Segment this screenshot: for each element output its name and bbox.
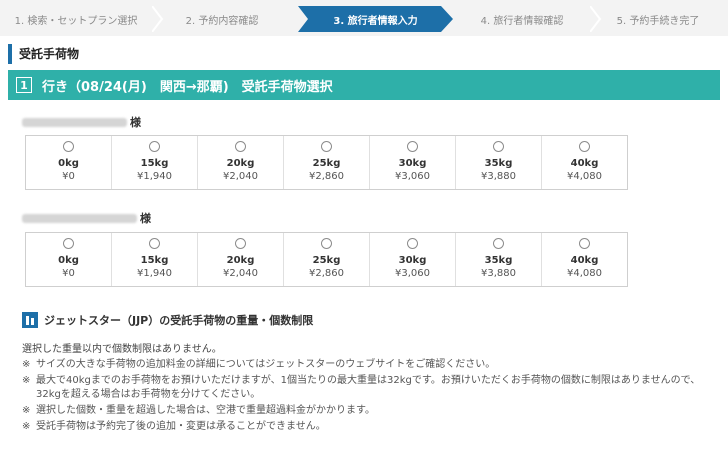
- step-complete: 5. 予約手続き完了: [590, 6, 726, 32]
- baggage-option[interactable]: 35kg ¥3,880: [456, 136, 542, 189]
- radio-button[interactable]: [579, 238, 590, 249]
- baggage-option[interactable]: 15kg ¥1,940: [112, 136, 198, 189]
- step-traveler-input: 3. 旅行者情報入力: [298, 6, 453, 32]
- radio-button[interactable]: [149, 141, 160, 152]
- baggage-option[interactable]: 40kg ¥4,080: [542, 233, 627, 286]
- baggage-options-passenger-2: 0kg ¥0 15kg ¥1,940 20kg ¥2,040 25kg ¥2,860 3…: [25, 232, 628, 287]
- radio-button[interactable]: [407, 141, 418, 152]
- baggage-notes-list: ※ サイズの大きな手荷物の追加料金の詳細についてはジェットスターのウェブサイトをご…: [22, 358, 722, 436]
- radio-button[interactable]: [579, 141, 590, 152]
- step-label: 3. 旅行者情報入力: [333, 15, 418, 27]
- radio-button[interactable]: [493, 238, 504, 249]
- progress-stepper: 1. 検索・セットプラン選択 2. 予約内容確認 3. 旅行者情報入力 4. 旅…: [0, 0, 728, 36]
- trip-header: 1 行き（08/24(月) 関西→那覇) 受託手荷物選択: [8, 70, 720, 100]
- note-item: ※ 最大で40kgまでのお手荷物をお預けいただけますが、1個当たりの最大重量は32…: [22, 375, 701, 400]
- baggage-options-passenger-1: 0kg ¥0 15kg ¥1,940 20kg ¥2,040 25kg ¥2,860 3…: [25, 135, 628, 190]
- redacted-name: [22, 213, 137, 223]
- step-label: 1. 検索・セットプラン選択: [14, 15, 138, 27]
- radio-button[interactable]: [321, 238, 332, 249]
- radio-button[interactable]: [407, 238, 418, 249]
- step-label: 4. 旅行者情報確認: [480, 15, 564, 27]
- note-item: ※ 受託手荷物は予約完了後の追加・変更は承ることができません。: [22, 421, 326, 432]
- section-title: 受託手荷物: [8, 44, 79, 64]
- note-item: ※ 選択した個数・重量を超過した場合は、空港で重量超過料金がかかります。: [22, 405, 375, 416]
- passenger-name: 様: [22, 114, 141, 130]
- baggage-option[interactable]: 0kg ¥0: [26, 233, 112, 286]
- baggage-option[interactable]: 20kg ¥2,040: [198, 233, 284, 286]
- baggage-limit-note: 選択した重量以内で個数制限はありません。: [22, 344, 222, 355]
- baggage-option[interactable]: 35kg ¥3,880: [456, 233, 542, 286]
- step-confirm: 2. 予約内容確認: [152, 6, 292, 32]
- airline-baggage-title: ジェットスター（JJP）の受託手荷物の重量・個数制限: [22, 312, 313, 328]
- step-traveler-confirm: 4. 旅行者情報確認: [452, 6, 592, 32]
- redacted-name: [22, 117, 127, 127]
- baggage-option[interactable]: 25kg ¥2,860: [284, 136, 370, 189]
- baggage-option[interactable]: 25kg ¥2,860: [284, 233, 370, 286]
- radio-button[interactable]: [235, 238, 246, 249]
- radio-button[interactable]: [63, 238, 74, 249]
- baggage-option[interactable]: 20kg ¥2,040: [198, 136, 284, 189]
- step-label: 5. 予約手続き完了: [616, 15, 700, 27]
- trip-number-badge: 1: [16, 77, 32, 93]
- baggage-option[interactable]: 30kg ¥3,060: [370, 136, 456, 189]
- trip-title: 行き（08/24(月) 関西→那覇) 受託手荷物選択: [42, 79, 333, 95]
- passenger-name: 様: [22, 210, 151, 226]
- note-item: ※ サイズの大きな手荷物の追加料金の詳細についてはジェットスターのウェブサイトをご…: [22, 359, 496, 370]
- baggage-option[interactable]: 0kg ¥0: [26, 136, 112, 189]
- baggage-option[interactable]: 30kg ¥3,060: [370, 233, 456, 286]
- radio-button[interactable]: [63, 141, 74, 152]
- step-label: 2. 予約内容確認: [185, 15, 259, 27]
- baggage-option[interactable]: 15kg ¥1,940: [112, 233, 198, 286]
- radio-button[interactable]: [493, 141, 504, 152]
- radio-button[interactable]: [321, 141, 332, 152]
- step-search: 1. 検索・セットプラン選択: [6, 6, 146, 32]
- radio-button[interactable]: [149, 238, 160, 249]
- building-icon: [22, 312, 38, 328]
- baggage-option[interactable]: 40kg ¥4,080: [542, 136, 627, 189]
- radio-button[interactable]: [235, 141, 246, 152]
